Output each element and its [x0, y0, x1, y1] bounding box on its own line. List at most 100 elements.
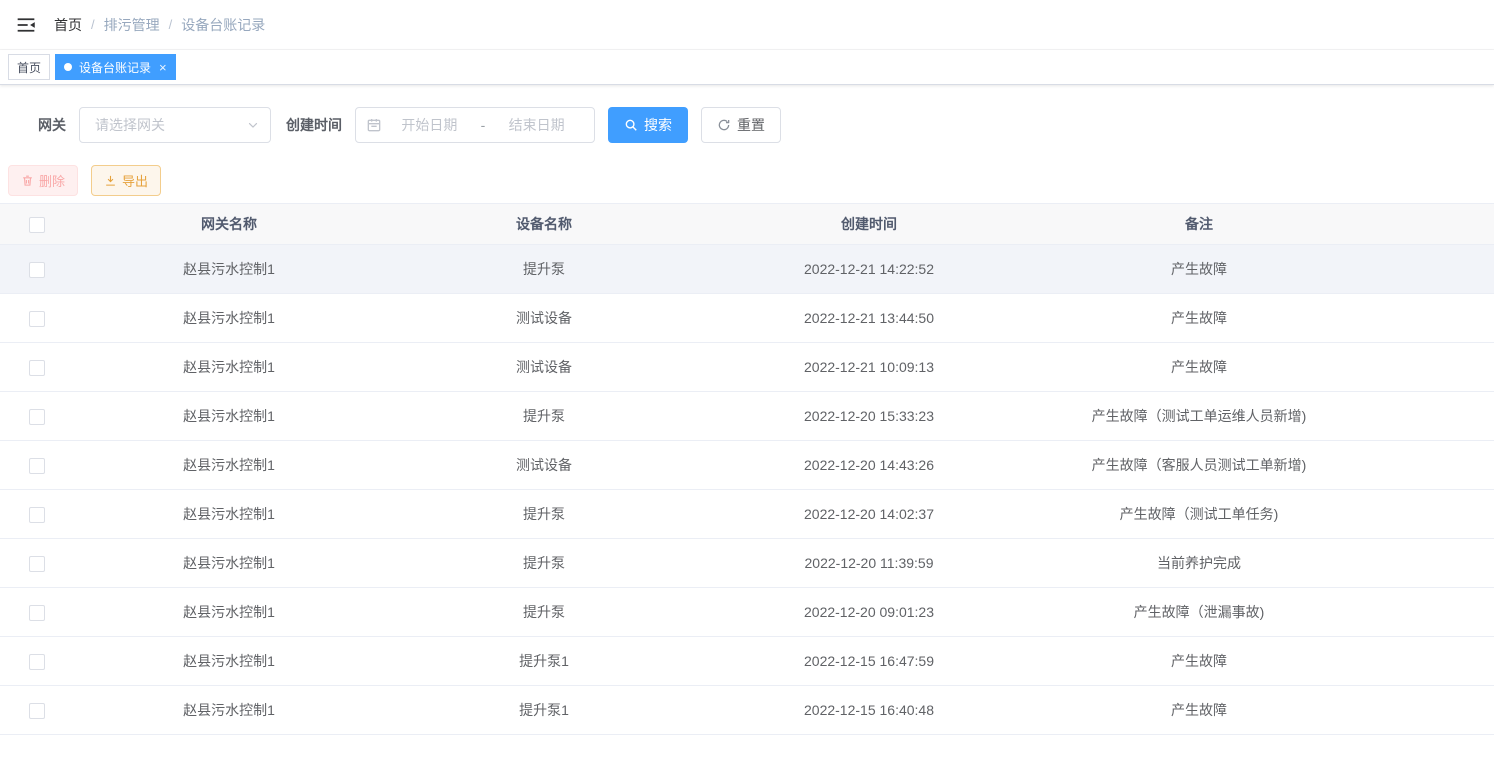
cell-created: 2022-12-21 10:09:13: [704, 343, 1034, 392]
table-row[interactable]: 赵县污水控制1 提升泵 2022-12-20 09:01:23 产生故障（泄漏事…: [0, 588, 1494, 637]
cell-filler: [1364, 441, 1494, 490]
export-button[interactable]: 导出: [91, 165, 161, 196]
cell-remark: 当前养护完成: [1034, 539, 1364, 588]
created-time-label: 创建时间: [286, 115, 342, 135]
cell-remark: 产生故障（泄漏事故): [1034, 588, 1364, 637]
breadcrumb: 首页 / 排污管理 / 设备台账记录: [54, 15, 265, 35]
row-checkbox[interactable]: [29, 262, 45, 278]
table-row[interactable]: 赵县污水控制1 提升泵1 2022-12-15 16:47:59 产生故障: [0, 637, 1494, 686]
table-row[interactable]: 赵县污水控制1 测试设备 2022-12-21 10:09:13 产生故障: [0, 343, 1494, 392]
row-checkbox[interactable]: [29, 654, 45, 670]
cell-remark: 产生故障: [1034, 637, 1364, 686]
cell-gateway: 赵县污水控制1: [74, 637, 384, 686]
cell-device: 提升泵1: [384, 637, 704, 686]
row-checkbox[interactable]: [29, 605, 45, 621]
cell-created: 2022-12-20 11:39:59: [704, 539, 1034, 588]
row-checkbox[interactable]: [29, 360, 45, 376]
gateway-label: 网关: [38, 115, 66, 135]
active-dot-icon: [64, 63, 72, 71]
download-icon: [104, 174, 117, 187]
table-row[interactable]: 赵县污水控制1 提升泵 2022-12-20 14:02:37 产生故障（测试工…: [0, 490, 1494, 539]
tab-device-ledger[interactable]: 设备台账记录 ×: [55, 54, 176, 80]
date-range-picker[interactable]: 开始日期 - 结束日期: [355, 107, 595, 143]
cell-created: 2022-12-15 16:40:48: [704, 686, 1034, 735]
cell-created: 2022-12-20 09:01:23: [704, 588, 1034, 637]
delete-button-label: 删除: [39, 171, 65, 190]
tab-home[interactable]: 首页: [8, 54, 50, 80]
breadcrumb-item-pollution: 排污管理: [104, 15, 160, 35]
table-row[interactable]: 赵县污水控制1 提升泵 2022-12-20 15:33:23 产生故障（测试工…: [0, 392, 1494, 441]
cell-gateway: 赵县污水控制1: [74, 245, 384, 294]
tab-device-ledger-label: 设备台账记录: [79, 59, 151, 76]
action-bar: 删除 导出: [8, 165, 1494, 196]
row-checkbox[interactable]: [29, 703, 45, 719]
cell-created: 2022-12-20 15:33:23: [704, 392, 1034, 441]
cell-device: 提升泵: [384, 392, 704, 441]
cell-gateway: 赵县污水控制1: [74, 686, 384, 735]
trash-icon: [21, 174, 34, 187]
search-button[interactable]: 搜索: [608, 107, 688, 143]
cell-remark: 产生故障（客服人员测试工单新增): [1034, 441, 1364, 490]
breadcrumb-home[interactable]: 首页: [54, 15, 82, 35]
cell-device: 测试设备: [384, 441, 704, 490]
cell-filler: [1364, 686, 1494, 735]
cell-device: 提升泵: [384, 245, 704, 294]
end-date-input[interactable]: 结束日期: [489, 115, 584, 135]
cell-gateway: 赵县污水控制1: [74, 588, 384, 637]
calendar-icon: [366, 117, 382, 133]
cell-remark: 产生故障: [1034, 294, 1364, 343]
cell-filler: [1364, 588, 1494, 637]
reset-button[interactable]: 重置: [701, 107, 781, 143]
gateway-select[interactable]: 请选择网关: [79, 107, 271, 143]
breadcrumb-separator: /: [169, 17, 173, 32]
row-checkbox[interactable]: [29, 556, 45, 572]
cell-created: 2022-12-20 14:43:26: [704, 441, 1034, 490]
column-header-created: 创建时间: [704, 204, 1034, 245]
table-row[interactable]: 赵县污水控制1 测试设备 2022-12-20 14:43:26 产生故障（客服…: [0, 441, 1494, 490]
start-date-input[interactable]: 开始日期: [382, 115, 477, 135]
cell-device: 提升泵: [384, 490, 704, 539]
cell-device: 提升泵: [384, 539, 704, 588]
records-table: 网关名称 设备名称 创建时间 备注 赵县污水控制1 提升泵 2022-12-21…: [0, 203, 1494, 735]
cell-filler: [1364, 637, 1494, 686]
tab-close-icon[interactable]: ×: [159, 61, 167, 74]
row-checkbox[interactable]: [29, 311, 45, 327]
refresh-icon: [717, 118, 731, 132]
cell-remark: 产生故障: [1034, 343, 1364, 392]
cell-gateway: 赵县污水控制1: [74, 294, 384, 343]
cell-filler: [1364, 294, 1494, 343]
cell-remark: 产生故障（测试工单运维人员新增): [1034, 392, 1364, 441]
cell-device: 测试设备: [384, 343, 704, 392]
column-header-filler: [1364, 204, 1494, 245]
cell-created: 2022-12-20 14:02:37: [704, 490, 1034, 539]
tags-view-bar: 首页 设备台账记录 ×: [0, 50, 1494, 85]
column-header-device: 设备名称: [384, 204, 704, 245]
sidebar-fold-icon[interactable]: [16, 15, 36, 35]
cell-filler: [1364, 343, 1494, 392]
cell-device: 测试设备: [384, 294, 704, 343]
table-row[interactable]: 赵县污水控制1 测试设备 2022-12-21 13:44:50 产生故障: [0, 294, 1494, 343]
chevron-down-icon: [246, 118, 260, 132]
delete-button[interactable]: 删除: [8, 165, 78, 196]
cell-gateway: 赵县污水控制1: [74, 392, 384, 441]
cell-remark: 产生故障: [1034, 686, 1364, 735]
cell-remark: 产生故障: [1034, 245, 1364, 294]
cell-gateway: 赵县污水控制1: [74, 490, 384, 539]
cell-created: 2022-12-15 16:47:59: [704, 637, 1034, 686]
table-row[interactable]: 赵县污水控制1 提升泵 2022-12-21 14:22:52 产生故障: [0, 245, 1494, 294]
cell-filler: [1364, 245, 1494, 294]
cell-created: 2022-12-21 14:22:52: [704, 245, 1034, 294]
search-icon: [624, 118, 638, 132]
table-row[interactable]: 赵县污水控制1 提升泵1 2022-12-15 16:40:48 产生故障: [0, 686, 1494, 735]
row-checkbox[interactable]: [29, 409, 45, 425]
breadcrumb-separator: /: [91, 17, 95, 32]
row-checkbox[interactable]: [29, 507, 45, 523]
cell-gateway: 赵县污水控制1: [74, 441, 384, 490]
cell-gateway: 赵县污水控制1: [74, 539, 384, 588]
table-body: 赵县污水控制1 提升泵 2022-12-21 14:22:52 产生故障 赵县污…: [0, 245, 1494, 735]
cell-filler: [1364, 392, 1494, 441]
table-row[interactable]: 赵县污水控制1 提升泵 2022-12-20 11:39:59 当前养护完成: [0, 539, 1494, 588]
row-checkbox[interactable]: [29, 458, 45, 474]
cell-gateway: 赵县污水控制1: [74, 343, 384, 392]
select-all-checkbox[interactable]: [29, 217, 45, 233]
